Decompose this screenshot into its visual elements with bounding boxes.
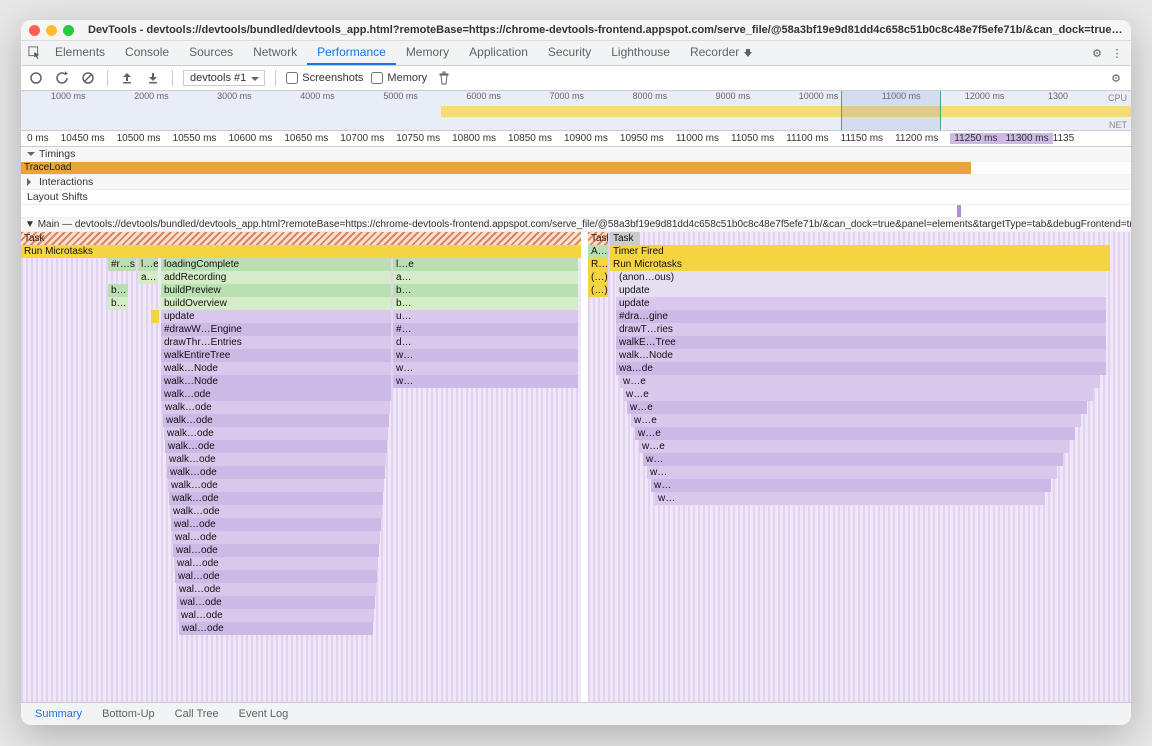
record-button[interactable] [27, 69, 45, 87]
flame-entry[interactable]: wal…ode [171, 518, 381, 531]
net-label: NET [1109, 120, 1127, 130]
flame-entry[interactable]: walk…ode [163, 414, 389, 427]
time-ruler[interactable]: 0 ms10450 ms10500 ms10550 ms10600 ms1065… [21, 131, 1131, 147]
btab-calltree[interactable]: Call Tree [165, 703, 229, 725]
flame-entry[interactable]: walk…ode [168, 479, 384, 492]
settings-icon[interactable]: ⚙ [1087, 47, 1107, 60]
maximize-button[interactable] [63, 25, 74, 36]
window-titlebar: DevTools - devtools://devtools/bundled/d… [21, 20, 1131, 41]
collect-garbage-icon[interactable] [435, 69, 453, 87]
flame-entry[interactable]: wal…ode [176, 583, 376, 596]
tab-performance[interactable]: Performance [307, 41, 396, 65]
download-icon[interactable] [144, 69, 162, 87]
details-tabs: Summary Bottom-Up Call Tree Event Log [21, 702, 1131, 725]
run-microtasks[interactable]: Run Microtasks [21, 245, 581, 258]
flame-entry[interactable]: wal…ode [179, 622, 373, 635]
flame-entry[interactable]: wal…ode [173, 544, 379, 557]
flame-entry[interactable]: wal…ode [177, 596, 375, 609]
flame-entry[interactable]: w… [655, 492, 1045, 505]
flame-entry[interactable]: w…e [627, 401, 1087, 414]
flame-entry[interactable]: walk…ode [162, 401, 390, 414]
flame-entry[interactable]: walk…ode [167, 466, 385, 479]
flame-entry[interactable]: wal…ode [172, 531, 380, 544]
flame-entry[interactable]: w…e [639, 440, 1069, 453]
more-icon[interactable]: ⋮ [1107, 47, 1127, 60]
tab-application[interactable]: Application [459, 41, 538, 65]
layoutshifts-header[interactable]: Layout Shifts [21, 190, 1131, 205]
flame-entry[interactable]: w…e [623, 388, 1093, 401]
flame-entry[interactable]: walk…ode [166, 453, 386, 466]
inspect-icon[interactable] [25, 46, 45, 60]
tab-console[interactable]: Console [115, 41, 179, 65]
flame-entry[interactable]: w…e [631, 414, 1081, 427]
main-thread-header[interactable]: ▼ Main — devtools://devtools/bundled/dev… [21, 218, 1131, 232]
flame-entry[interactable]: wal…ode [178, 609, 374, 622]
minimize-button[interactable] [46, 25, 57, 36]
task-left[interactable]: Task [21, 232, 581, 245]
flame-entry[interactable]: w… [651, 479, 1051, 492]
flame-entry[interactable]: walk…ode [164, 427, 388, 440]
tab-elements[interactable]: Elements [45, 41, 115, 65]
flame-entry[interactable]: walk…ode [165, 440, 387, 453]
reload-button[interactable] [53, 69, 71, 87]
screenshots-checkbox[interactable]: Screenshots [286, 72, 363, 84]
capture-settings-icon[interactable]: ⚙ [1107, 69, 1125, 87]
flame-entry[interactable]: walk…ode [169, 492, 383, 505]
tab-sources[interactable]: Sources [179, 41, 243, 65]
flame-entry[interactable]: walk…ode [161, 388, 391, 401]
upload-icon[interactable] [118, 69, 136, 87]
btab-bottomup[interactable]: Bottom-Up [92, 703, 165, 725]
memory-checkbox[interactable]: Memory [371, 72, 427, 84]
window-title: DevTools - devtools://devtools/bundled/d… [88, 24, 1123, 36]
close-button[interactable] [29, 25, 40, 36]
timeline-overview[interactable]: 1000 ms2000 ms3000 ms4000 ms5000 ms6000 … [21, 91, 1131, 131]
select-recording[interactable]: devtools #1 [183, 70, 265, 86]
panel-tabs: Elements Console Sources Network Perform… [21, 41, 1131, 66]
layout-shift-event[interactable] [957, 205, 961, 217]
btab-summary[interactable]: Summary [25, 703, 92, 725]
flame-entry[interactable]: walk…ode [170, 505, 382, 518]
btab-eventlog[interactable]: Event Log [229, 703, 299, 725]
flame-entry[interactable]: w… [643, 453, 1063, 466]
flame-entry[interactable]: w…e [635, 427, 1075, 440]
tab-recorder[interactable]: Recorder [680, 41, 763, 65]
devtools-window: DevTools - devtools://devtools/bundled/d… [21, 20, 1131, 725]
tab-network[interactable]: Network [243, 41, 307, 65]
flame-chart[interactable]: Task Task Task Run Microtasks A… Timer F… [21, 232, 1131, 702]
flame-entry[interactable]: w… [647, 466, 1057, 479]
timings-header[interactable]: Timings [21, 147, 1131, 162]
tab-lighthouse[interactable]: Lighthouse [601, 41, 680, 65]
traceload-bar[interactable]: TraceLoad [21, 162, 1131, 175]
perf-toolbar: devtools #1 Screenshots Memory ⚙ [21, 66, 1131, 91]
flame-entry[interactable]: wal…ode [174, 557, 378, 570]
clear-button[interactable] [79, 69, 97, 87]
overview-selection[interactable] [841, 91, 941, 130]
interactions-header[interactable]: Interactions [21, 175, 1131, 190]
tab-security[interactable]: Security [538, 41, 601, 65]
task-small[interactable]: Task [588, 232, 608, 245]
cpu-label: CPU [1108, 93, 1127, 103]
right-task[interactable]: Task [610, 232, 640, 245]
flame-entry[interactable]: wal…ode [175, 570, 377, 583]
tab-memory[interactable]: Memory [396, 41, 459, 65]
